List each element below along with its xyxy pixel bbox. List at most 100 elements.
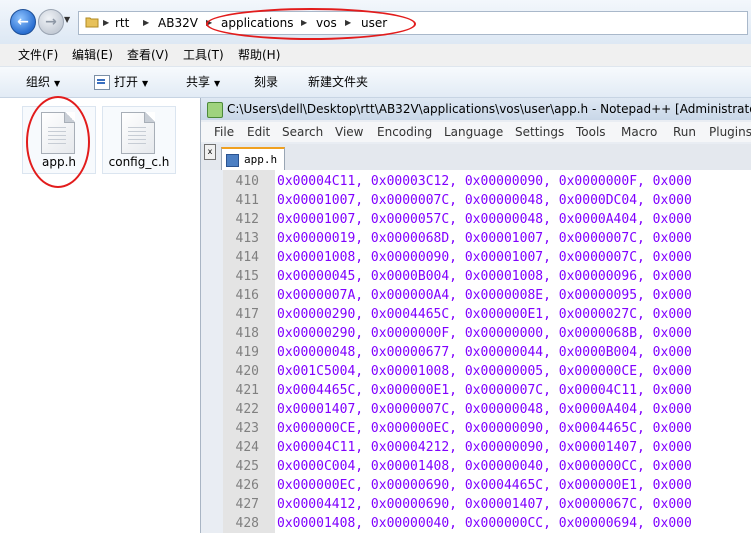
- notepad-window: C:\Users\dell\Desktop\rtt\AB32V\applicat…: [200, 98, 751, 533]
- line-number: 426: [235, 478, 259, 493]
- code-line[interactable]: 423 0x000000CE, 0x000000EC, 0x00000090, 0…: [223, 419, 751, 438]
- code-line[interactable]: 419 0x00000048, 0x00000677, 0x00000044, 0…: [223, 343, 751, 362]
- line-number: 410: [235, 174, 259, 189]
- line-number: 411: [235, 193, 259, 208]
- code-line[interactable]: 411 0x00001007, 0x0000007C, 0x00000048, 0…: [223, 191, 751, 210]
- tab-app-h[interactable]: app.h: [221, 147, 285, 172]
- npp-menu-edit[interactable]: Edit: [247, 124, 270, 140]
- line-code: 0x00000048, 0x00000677, 0x00000044, 0x00…: [277, 345, 692, 360]
- save-icon: [226, 154, 239, 167]
- file-item-config-c-h[interactable]: config_c.h: [102, 106, 176, 174]
- open-icon: [94, 75, 110, 90]
- line-code: 0x00001007, 0x0000007C, 0x00000048, 0x00…: [277, 193, 692, 208]
- open-label: 打开: [114, 75, 139, 89]
- open-button[interactable]: 打开 ▼: [94, 74, 148, 90]
- code-line[interactable]: 428 0x00001408, 0x00000040, 0x000000CC, 0…: [223, 514, 751, 533]
- share-button[interactable]: 共享 ▼: [186, 74, 220, 90]
- code-line[interactable]: 417 0x00000290, 0x0004465C, 0x000000E1, 0…: [223, 305, 751, 324]
- code-line[interactable]: 427 0x00004412, 0x00000690, 0x00001407, 0…: [223, 495, 751, 514]
- window-title: C:\Users\dell\Desktop\rtt\AB32V\applicat…: [227, 102, 751, 116]
- line-number: 416: [235, 288, 259, 303]
- code-line[interactable]: 425 0x0000C004, 0x00001408, 0x00000040, 0…: [223, 457, 751, 476]
- command-bar: 组织 ▼ 打开 ▼ 共享 ▼ 刻录 新建文件夹: [0, 67, 751, 98]
- line-code: 0x00004C11, 0x00003C12, 0x00000090, 0x00…: [277, 174, 692, 189]
- menu-tools[interactable]: 工具(T): [183, 47, 224, 63]
- code-line[interactable]: 413 0x00000019, 0x0000068D, 0x00001007, 0…: [223, 229, 751, 248]
- organize-button[interactable]: 组织 ▼: [26, 74, 60, 90]
- npp-menu-file[interactable]: File: [214, 124, 234, 140]
- code-line[interactable]: 414 0x00001008, 0x00000090, 0x00001007, 0…: [223, 248, 751, 267]
- line-code: 0x00000290, 0x0004465C, 0x000000E1, 0x00…: [277, 307, 692, 322]
- npp-menu-plugins[interactable]: Plugins: [709, 124, 751, 140]
- breadcrumb-separator-icon[interactable]: ▶: [143, 14, 149, 32]
- chevron-down-icon: ▼: [54, 79, 61, 88]
- menu-bar: 文件(F) 编辑(E) 查看(V) 工具(T) 帮助(H): [0, 44, 751, 67]
- share-label: 共享: [186, 75, 211, 89]
- line-number: 415: [235, 269, 259, 284]
- line-code: 0x00000290, 0x0000000F, 0x00000000, 0x00…: [277, 326, 692, 341]
- code-line[interactable]: 424 0x00004C11, 0x00004212, 0x00000090, 0…: [223, 438, 751, 457]
- breadcrumb-rtt[interactable]: rtt: [115, 14, 129, 32]
- forward-button[interactable]: →: [38, 9, 64, 35]
- file-icon: [121, 112, 155, 154]
- npp-menu-search[interactable]: Search: [282, 124, 323, 140]
- npp-menu-encoding[interactable]: Encoding: [377, 124, 432, 140]
- line-code: 0x000000CE, 0x000000EC, 0x00000090, 0x00…: [277, 421, 692, 436]
- fold-margin: [201, 170, 223, 533]
- breadcrumb-separator-icon[interactable]: ▶: [103, 14, 109, 32]
- code-line[interactable]: 421 0x0004465C, 0x000000E1, 0x0000007C, 0…: [223, 381, 751, 400]
- annotation-circle: [26, 96, 90, 188]
- line-code: 0x000000EC, 0x00000690, 0x0004465C, 0x00…: [277, 478, 692, 493]
- npp-menu-macro[interactable]: Macro: [621, 124, 657, 140]
- code-line[interactable]: 420 0x001C5004, 0x00001008, 0x00000005, 0…: [223, 362, 751, 381]
- chevron-down-icon: ▼: [214, 79, 221, 88]
- line-number: 412: [235, 212, 259, 227]
- code-line[interactable]: 412 0x00001007, 0x0000057C, 0x00000048, 0…: [223, 210, 751, 229]
- address-toolbar: ← → ▼ ▶ rtt ▶ AB32V ▶ applications ▶ vos…: [0, 0, 751, 45]
- tab-bar: x app.h: [201, 144, 751, 172]
- notepad-title-bar[interactable]: C:\Users\dell\Desktop\rtt\AB32V\applicat…: [201, 98, 751, 120]
- burn-button[interactable]: 刻录: [254, 74, 278, 90]
- line-code: 0x00001007, 0x0000057C, 0x00000048, 0x00…: [277, 212, 692, 227]
- npp-menu-settings[interactable]: Settings: [515, 124, 564, 140]
- back-arrow-icon: ←: [17, 14, 29, 30]
- code-line[interactable]: 422 0x00001407, 0x0000007C, 0x00000048, 0…: [223, 400, 751, 419]
- line-code: 0x0000007A, 0x000000A4, 0x0000008E, 0x00…: [277, 288, 692, 303]
- menu-help[interactable]: 帮助(H): [238, 47, 280, 63]
- npp-menu-view[interactable]: View: [335, 124, 363, 140]
- code-editor[interactable]: 410 0x00004C11, 0x00003C12, 0x00000090, 0…: [223, 170, 751, 533]
- line-number: 422: [235, 402, 259, 417]
- close-tab-icon[interactable]: x: [204, 144, 216, 160]
- code-line[interactable]: 418 0x00000290, 0x0000000F, 0x00000000, 0…: [223, 324, 751, 343]
- line-number: 418: [235, 326, 259, 341]
- menu-view[interactable]: 查看(V): [127, 47, 169, 63]
- menu-file[interactable]: 文件(F): [18, 47, 58, 63]
- annotation-circle: [206, 8, 416, 40]
- line-code: 0x0000C004, 0x00001408, 0x00000040, 0x00…: [277, 459, 692, 474]
- menu-edit[interactable]: 编辑(E): [72, 47, 113, 63]
- npp-menu-language[interactable]: Language: [444, 124, 503, 140]
- line-number: 417: [235, 307, 259, 322]
- code-line[interactable]: 416 0x0000007A, 0x000000A4, 0x0000008E, 0…: [223, 286, 751, 305]
- code-line[interactable]: 410 0x00004C11, 0x00003C12, 0x00000090, 0…: [223, 172, 751, 191]
- line-number: 428: [235, 516, 259, 531]
- line-number: 423: [235, 421, 259, 436]
- line-number: 420: [235, 364, 259, 379]
- history-dropdown-icon[interactable]: ▼: [64, 14, 74, 26]
- code-line[interactable]: 426 0x000000EC, 0x00000690, 0x0004465C, 0…: [223, 476, 751, 495]
- npp-menu-run[interactable]: Run: [673, 124, 696, 140]
- back-button[interactable]: ←: [10, 9, 36, 35]
- line-number: 413: [235, 231, 259, 246]
- forward-arrow-icon: →: [45, 14, 57, 30]
- line-code: 0x00004C11, 0x00004212, 0x00000090, 0x00…: [277, 440, 692, 455]
- new-folder-button[interactable]: 新建文件夹: [308, 74, 368, 90]
- organize-label: 组织: [26, 75, 51, 89]
- line-code: 0x00000019, 0x0000068D, 0x00001007, 0x00…: [277, 231, 692, 246]
- breadcrumb-ab32v[interactable]: AB32V: [158, 14, 198, 32]
- code-line[interactable]: 415 0x00000045, 0x0000B004, 0x00001008, 0…: [223, 267, 751, 286]
- line-number: 419: [235, 345, 259, 360]
- file-name: config_c.h: [108, 155, 170, 169]
- npp-menu-tools[interactable]: Tools: [576, 124, 606, 140]
- line-code: 0x00001408, 0x00000040, 0x000000CC, 0x00…: [277, 516, 692, 531]
- folder-icon: [85, 17, 99, 28]
